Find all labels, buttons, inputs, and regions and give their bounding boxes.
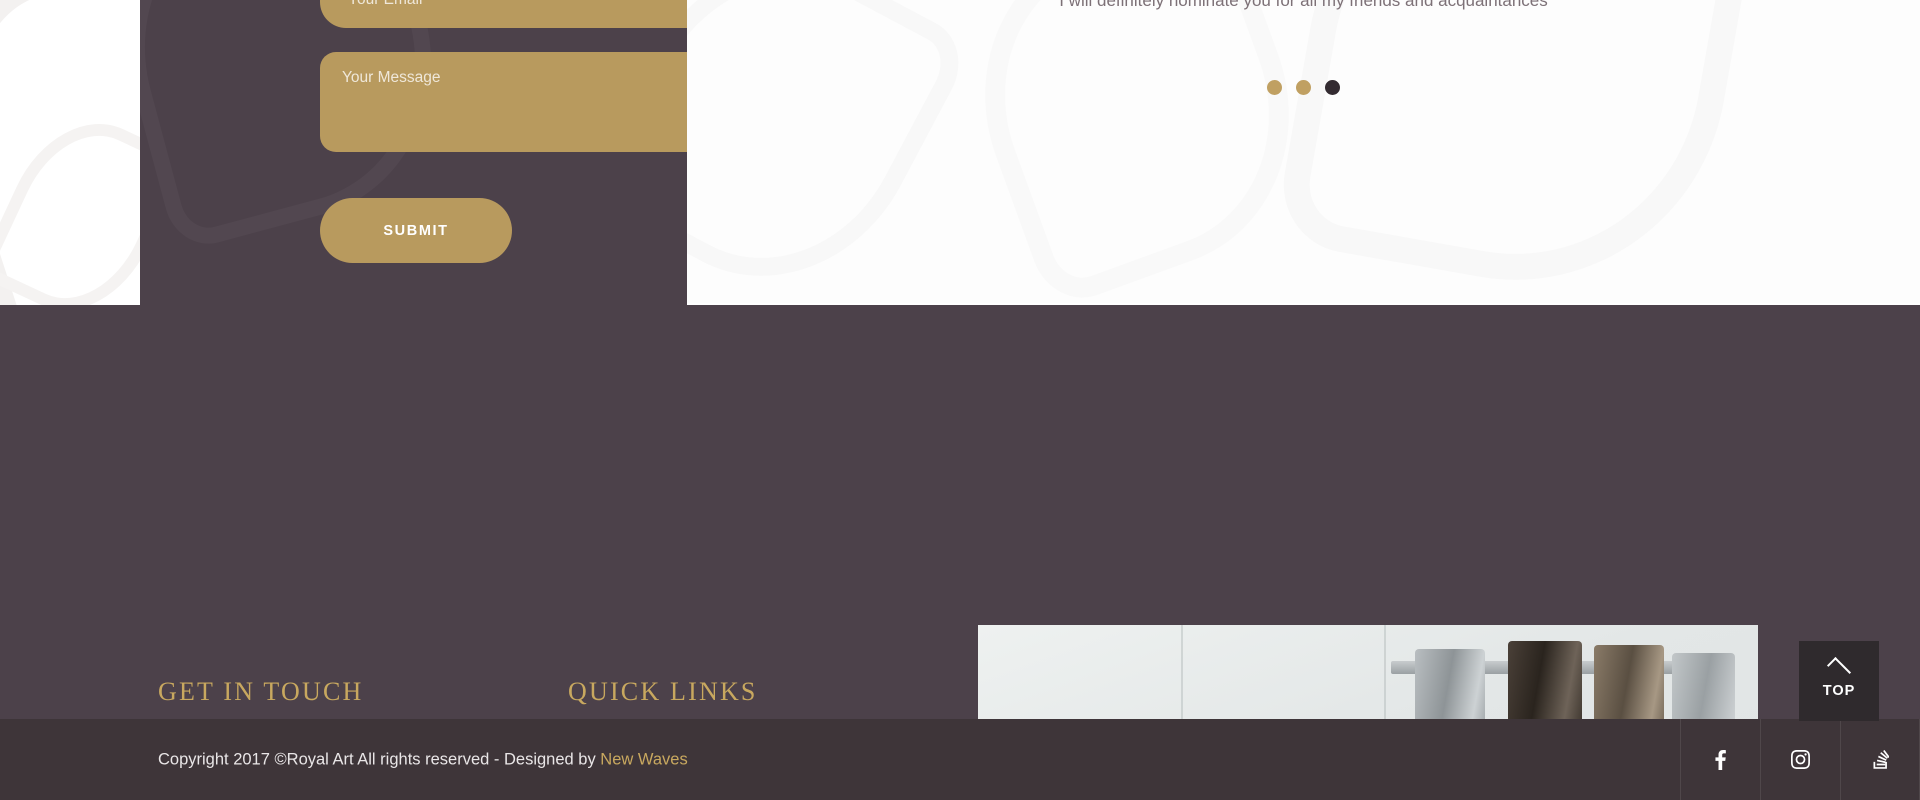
page-root: SUBMIT I will definitely nominate you fo… [0, 0, 1920, 800]
instagram-link[interactable] [1760, 719, 1840, 800]
upper-section: SUBMIT I will definitely nominate you fo… [0, 0, 1920, 305]
social-links [1680, 719, 1920, 800]
carousel-dot-2[interactable] [1296, 80, 1311, 95]
submit-button[interactable]: SUBMIT [320, 198, 512, 263]
copyright-text: Copyright 2017 ©Royal Art All rights res… [158, 750, 688, 769]
stack-overflow-link[interactable] [1840, 719, 1920, 800]
facebook-link[interactable] [1680, 719, 1760, 800]
quick-links-heading: QUICK LINKS [568, 677, 758, 706]
instagram-icon [1791, 750, 1810, 769]
carousel-dots [687, 80, 1920, 95]
carousel-dot-1[interactable] [1267, 80, 1282, 95]
get-in-touch-heading: GET IN TOUCH [158, 677, 364, 706]
paisley-watermark-right [1273, 0, 1761, 303]
designer-link[interactable]: New Waves [600, 750, 687, 768]
footer: GET IN TOUCH QUICK LINKS Royal Art Kitch… [0, 305, 1920, 800]
chevron-up-icon [1826, 656, 1852, 682]
paisley-watermark-left [0, 0, 145, 305]
back-to-top-label: TOP [1822, 683, 1856, 699]
back-to-top-button[interactable]: TOP [1799, 641, 1879, 721]
paisley-watermark-mid [940, 0, 1335, 303]
paisley-watermark-inner [687, 0, 976, 303]
copyright-bar: Copyright 2017 ©Royal Art All rights res… [0, 719, 1920, 800]
testimonial-text: I will definitely nominate you for all m… [1059, 0, 1548, 10]
carousel-dot-3-active[interactable] [1325, 80, 1340, 95]
facebook-icon [1715, 749, 1726, 770]
copyright-prefix: Copyright 2017 ©Royal Art All rights res… [158, 750, 601, 768]
stack-overflow-icon [1873, 750, 1889, 769]
contact-form-panel: SUBMIT [140, 0, 785, 305]
testimonial-carousel: I will definitely nominate you for all m… [687, 0, 1920, 303]
